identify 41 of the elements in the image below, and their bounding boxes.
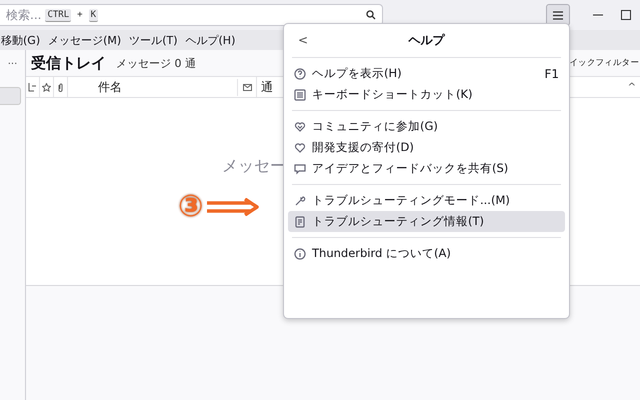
keyboard-icon xyxy=(294,88,306,100)
more-button[interactable]: ... xyxy=(8,56,18,67)
document-icon xyxy=(294,216,306,228)
keyboard-key: K xyxy=(88,8,98,22)
sort-arrow[interactable]: ^ xyxy=(628,82,636,92)
menu-item[interactable]: 開発支援の寄付(D) xyxy=(288,137,565,158)
quick-filter-button[interactable]: イックフィルター xyxy=(569,57,639,69)
message-count: メッセージ 0 通 xyxy=(116,56,196,70)
chat-bubble-icon xyxy=(294,162,306,174)
help-icon xyxy=(294,68,306,80)
paperclip-icon[interactable] xyxy=(56,82,65,92)
double-arrow-icon xyxy=(205,198,262,216)
menu-icon xyxy=(553,10,563,20)
menu-item[interactable]: 移動(G) xyxy=(1,32,40,48)
maximize-icon[interactable] xyxy=(621,10,631,20)
wrench-icon xyxy=(294,194,306,206)
menu-item[interactable]: アイデアとフィードバックを共有(S) xyxy=(288,158,565,179)
menu-item[interactable]: ツール(T) xyxy=(129,32,178,48)
search-icon xyxy=(366,10,376,20)
menu-item[interactable]: メッセージ(M) xyxy=(48,32,122,48)
heart-icon xyxy=(294,142,306,154)
menu-item[interactable]: ヘルプ(H) xyxy=(186,32,236,48)
column-header[interactable]: 件名 xyxy=(68,78,238,96)
menu-item[interactable]: Thunderbird について(A) xyxy=(288,243,565,264)
info-icon xyxy=(294,248,306,260)
back-button[interactable]: < xyxy=(298,33,308,47)
folder-title: 受信トレイ xyxy=(31,54,106,72)
thread-icon[interactable] xyxy=(28,82,37,92)
plus-sign: + xyxy=(76,9,84,21)
menu-title: ヘルプ xyxy=(408,32,444,48)
search-placeholder: 検索... xyxy=(6,6,42,24)
step-number: ③ xyxy=(178,192,204,222)
keyboard-key: CTRL xyxy=(45,8,72,22)
star-icon[interactable] xyxy=(42,82,51,92)
menu-item[interactable]: トラブルシューティングモード...(M) xyxy=(288,190,565,211)
minimize-icon[interactable] xyxy=(593,14,603,16)
search-field[interactable]: 検索... CTRL + K xyxy=(0,4,383,26)
menu-item[interactable]: トラブルシューティング情報(T) xyxy=(288,211,565,232)
menu-item[interactable]: コミュニティに参加(G) xyxy=(288,116,565,137)
envelope-icon[interactable] xyxy=(242,82,252,92)
hearts-icon xyxy=(294,120,306,132)
